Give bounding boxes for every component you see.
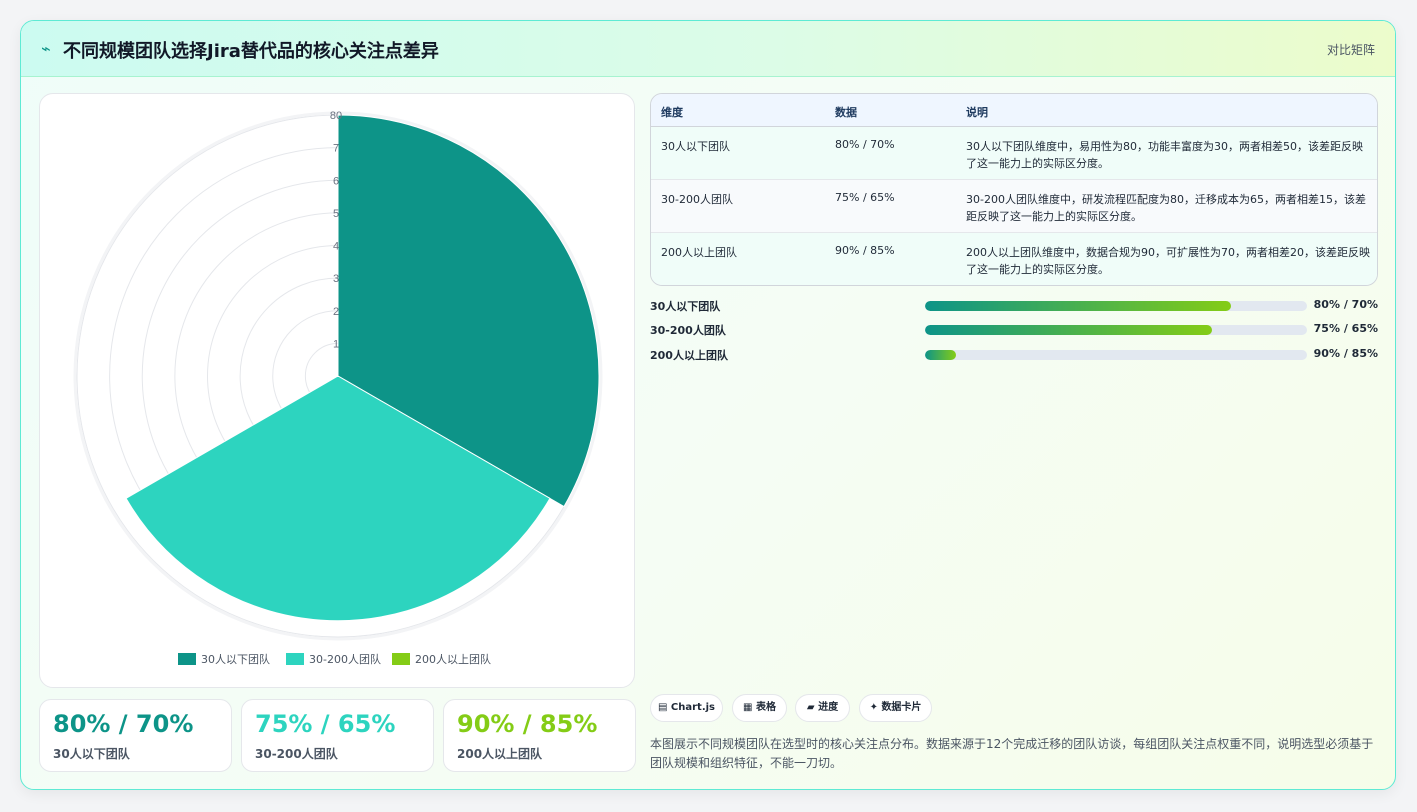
comparison-table: 维度 数据 说明 30人以下团队 80% / 70% 30人以下团队维度中，易用…: [650, 93, 1378, 286]
chip-progress[interactable]: ▰ 进度: [795, 694, 850, 722]
page-title: 不同规模团队选择Jira替代品的核心关注点差异: [63, 41, 439, 62]
cell-dimension: 30-200人团队: [661, 193, 733, 206]
stat-value: 75% / 65%: [255, 710, 396, 738]
chip-table[interactable]: ▦ 表格: [732, 694, 787, 722]
stat-value: 90% / 85%: [457, 710, 598, 738]
progress-row-small-team: 30人以下团队 80% / 70%: [650, 296, 1378, 314]
polar-area-chart[interactable]: 1 2 3 4 5 6 7 80 30人以下团队 30-200人团队 200人以上团队: [40, 94, 636, 689]
cell-description: 30-200人团队维度中，研发流程匹配度为80，迁移成本为65，两者相差15，该…: [966, 193, 1366, 223]
cell-data: 90% / 85%: [835, 244, 895, 257]
header-tag: 对比矩阵: [1326, 43, 1375, 57]
chip-label: 表格: [755, 702, 776, 713]
stat-card-large-team: 90% / 85% 200人以上团队: [443, 699, 636, 772]
progress-track: [925, 325, 1307, 335]
cell-description: 30人以下团队维度中，易用性为80，功能丰富度为30，两者相差50，该差距反映了…: [966, 140, 1363, 170]
sparkle-icon: ✦: [869, 702, 878, 713]
stat-label: 30-200人团队: [255, 747, 338, 761]
legend-label[interactable]: 30-200人团队: [309, 652, 381, 666]
table-row: 200人以上团队 90% / 85% 200人以上团队维度中，数据合规为90，可…: [651, 233, 1377, 285]
table-icon: ▦: [743, 702, 753, 713]
table-header: 维度 数据 说明: [651, 94, 1377, 127]
progress-track: [925, 350, 1307, 360]
table-row: 30-200人团队 75% / 65% 30-200人团队维度中，研发流程匹配度…: [651, 180, 1377, 233]
progress-label: 30-200人团队: [650, 324, 726, 337]
chip-data-card[interactable]: ✦ 数据卡片: [859, 694, 932, 722]
legend-swatch: [286, 653, 304, 665]
radial-tick-label: 6: [333, 175, 339, 187]
cell-data: 80% / 70%: [835, 138, 895, 151]
legend-label[interactable]: 30人以下团队: [201, 652, 270, 666]
chart-footnote: 本图展示不同规模团队在选型时的核心关注点分布。数据来源于12个完成迁移的团队访谈…: [650, 737, 1374, 770]
radial-tick-label: 4: [333, 241, 339, 253]
cell-data: 75% / 65%: [835, 191, 895, 204]
stat-label: 200人以上团队: [457, 747, 543, 761]
chip-label: 数据卡片: [881, 702, 922, 713]
progress-label: 200人以上团队: [650, 349, 728, 362]
stat-value: 80% / 70%: [53, 710, 194, 738]
stat-card-small-team: 80% / 70% 30人以下团队: [39, 699, 232, 772]
progress-label: 30人以下团队: [650, 300, 721, 313]
progress-value: 75% / 65%: [1313, 322, 1378, 335]
chart-icon: ▤: [657, 702, 668, 713]
progress-track: [925, 301, 1307, 311]
progress-fill: [925, 325, 1212, 335]
progress-fill: [925, 350, 956, 360]
column-header-dimension: 维度: [661, 106, 683, 119]
column-header-data: 数据: [835, 106, 857, 119]
cell-description: 200人以上团队维度中，数据合规为90，可扩展性为70，两者相差20，该差距反映…: [966, 246, 1370, 276]
progress-value: 80% / 70%: [1313, 298, 1378, 311]
table-row: 30人以下团队 80% / 70% 30人以下团队维度中，易用性为80，功能丰富…: [651, 127, 1377, 180]
legend-swatch: [178, 653, 196, 665]
radial-tick-label: 7: [333, 143, 339, 155]
cell-dimension: 200人以上团队: [661, 246, 737, 259]
progress-fill: [925, 301, 1231, 311]
legend-swatch: [392, 653, 410, 665]
column-header-description: 说明: [966, 106, 988, 119]
legend-label[interactable]: 200人以上团队: [415, 652, 491, 666]
chip-label: Chart.js: [670, 702, 716, 713]
stat-card-mid-team: 75% / 65% 30-200人团队: [241, 699, 434, 772]
progress-value: 90% / 85%: [1313, 347, 1378, 360]
stat-label: 30人以下团队: [53, 747, 130, 761]
radial-tick-label: 2: [333, 306, 339, 318]
radial-tick-label: 80: [330, 110, 342, 122]
progress-row-mid-team: 30-200人团队 75% / 65%: [650, 320, 1378, 338]
lightning-icon: ⌁: [41, 39, 51, 58]
progress-icon: ▰: [806, 702, 815, 713]
progress-row-large-team: 200人以上团队 90% / 85%: [650, 345, 1378, 363]
card-header: ⌁ 不同规模团队选择Jira替代品的核心关注点差异 对比矩阵: [21, 21, 1395, 77]
radial-tick-label: 3: [333, 273, 339, 285]
cell-dimension: 30人以下团队: [661, 140, 730, 153]
polar-chart-panel: 1 2 3 4 5 6 7 80 30人以下团队 30-200人团队 200人以上团队: [39, 93, 635, 688]
radial-tick-label: 5: [333, 208, 339, 220]
main-card: ⌁ 不同规模团队选择Jira替代品的核心关注点差异 对比矩阵 1 2 3 4 5 6 7 80…: [20, 20, 1396, 790]
radial-tick-label: 1: [333, 338, 339, 350]
chip-chartjs[interactable]: ▤ Chart.js: [650, 694, 723, 722]
chip-label: 进度: [818, 702, 839, 713]
